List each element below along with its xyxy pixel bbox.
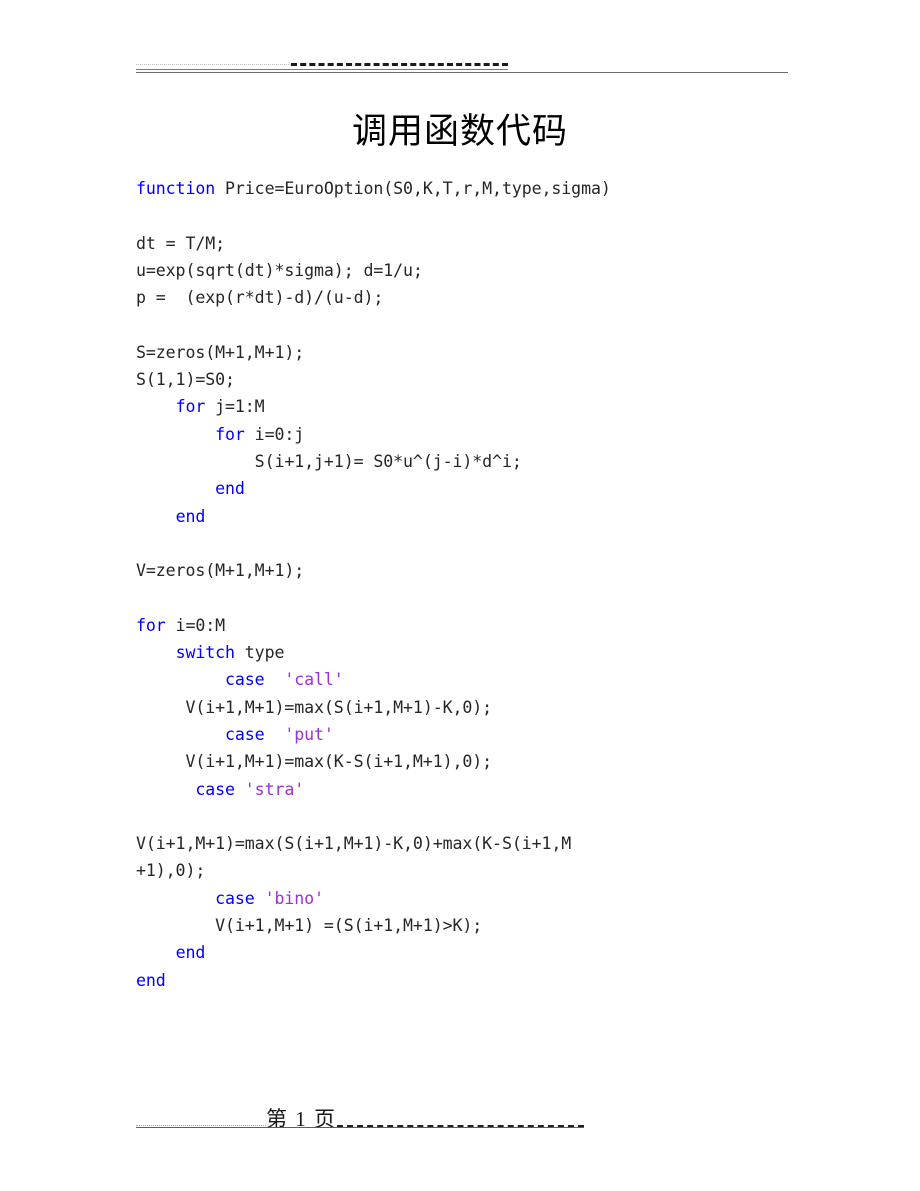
code-text: +1),0); <box>136 861 206 881</box>
code-string: 'stra' <box>244 779 305 799</box>
code-keyword: end <box>215 479 245 499</box>
code-line: V=zeros(M+1,M+1); <box>136 557 796 584</box>
code-keyword: for <box>215 424 245 444</box>
code-keyword: case <box>225 670 265 690</box>
code-line: dt = T/M; <box>136 230 796 257</box>
code-text: type <box>234 643 285 663</box>
footer-rule-light-dash <box>136 1125 266 1126</box>
code-line: +1),0); <box>136 857 796 884</box>
code-text: i=0:j <box>244 424 305 444</box>
code-line: V(i+1,M+1) =(S(i+1,M+1)>K); <box>136 912 796 939</box>
footer-rule <box>136 1127 584 1128</box>
code-keyword: end <box>175 506 206 526</box>
code-text: u=exp(sqrt(dt)*sigma); d=1/u; <box>136 260 423 280</box>
code-text: i=0:M <box>165 615 226 635</box>
code-line: case 'stra' <box>136 776 796 803</box>
footer-content: 第 1 页 <box>136 1105 584 1133</box>
code-keyword: for <box>136 615 166 635</box>
code-string: 'call' <box>284 670 344 690</box>
code-line: S=zeros(M+1,M+1); <box>136 339 796 366</box>
code-line: end <box>136 939 796 966</box>
code-text: V(i+1,M+1)=max(S(i+1,M+1)-K,0); <box>136 697 493 717</box>
code-text: Price=EuroOption(S0,K,T,r,M,type,sigma) <box>215 179 611 198</box>
code-line: V(i+1,M+1)=max(S(i+1,M+1)-K,0)+max(K-S(i… <box>136 830 796 857</box>
code-line: u=exp(sqrt(dt)*sigma); d=1/u; <box>136 257 796 284</box>
code-text: V=zeros(M+1,M+1); <box>136 561 305 581</box>
document-page: 调用函数代码 function Price=EuroOption(S0,K,T,… <box>0 0 920 1191</box>
code-line: S(i+1,j+1)= S0*u^(j-i)*d^i; <box>136 448 796 475</box>
header-rule-inner <box>136 69 508 70</box>
code-line: end <box>136 967 796 994</box>
code-string: 'put' <box>284 724 334 744</box>
code-line: case 'bino' <box>136 885 796 912</box>
code-keyword: case <box>225 724 265 744</box>
code-text: S(i+1,j+1)= S0*u^(j-i)*d^i; <box>136 451 522 471</box>
code-line: S(1,1)=S0; <box>136 366 796 393</box>
page-footer: 第 1 页 <box>0 1105 920 1139</box>
code-text: V(i+1,M+1)=max(S(i+1,M+1)-K,0)+max(K-S(i… <box>136 834 572 854</box>
code-line: end <box>136 475 796 502</box>
code-text: V(i+1,M+1)=max(K-S(i+1,M+1),0); <box>136 752 493 772</box>
code-line: p = (exp(r*dt)-d)/(u-d); <box>136 284 796 311</box>
code-keyword: switch <box>175 643 235 663</box>
code-keyword: end <box>136 970 166 990</box>
code-text: dt = T/M; <box>136 233 226 253</box>
header-rule-dark-dash <box>291 62 508 66</box>
code-keyword: case <box>215 888 255 908</box>
header-rule-light-dash <box>136 63 291 65</box>
code-line: case 'call' <box>136 666 796 693</box>
code-line: switch type <box>136 639 796 666</box>
code-line: for i=0:j <box>136 421 796 448</box>
code-keyword: case <box>195 779 235 799</box>
code-line: V(i+1,M+1)=max(S(i+1,M+1)-K,0); <box>136 694 796 721</box>
code-text: V(i+1,M+1) =(S(i+1,M+1)>K); <box>136 916 483 936</box>
code-string: 'bino' <box>264 888 324 908</box>
code-line: V(i+1,M+1)=max(K-S(i+1,M+1),0); <box>136 748 796 775</box>
code-keyword: function <box>136 179 216 198</box>
code-keyword: end <box>175 943 206 963</box>
page-title: 调用函数代码 <box>351 112 568 151</box>
code-line: end <box>136 503 796 530</box>
footer-page-label: 第 1 页 <box>266 1107 337 1131</box>
code-text: j=1:M <box>205 397 265 417</box>
code-text: p = (exp(r*dt)-d)/(u-d); <box>136 288 384 308</box>
code-text: S(1,1)=S0; <box>136 370 235 390</box>
code-block: function Price=EuroOption(S0,K,T,r,M,typ… <box>136 175 796 994</box>
code-line: case 'put' <box>136 721 796 748</box>
code-line: for j=1:M <box>136 393 796 420</box>
page-header <box>0 58 920 84</box>
code-line: for i=0:M <box>136 612 796 639</box>
header-rule-outer <box>136 72 788 73</box>
code-text: S=zeros(M+1,M+1); <box>136 342 305 362</box>
code-keyword: for <box>175 397 206 417</box>
code-line: function Price=EuroOption(S0,K,T,r,M,typ… <box>136 175 796 202</box>
